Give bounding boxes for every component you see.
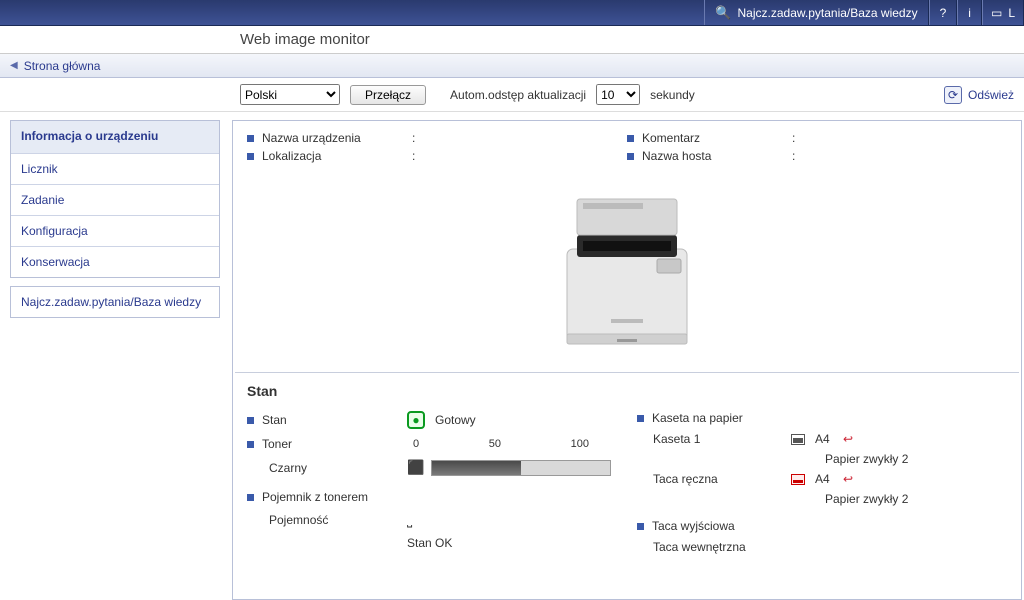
- sidebar: Informacja o urządzeniu Licznik Zadanie …: [10, 120, 220, 326]
- bullet-icon: [637, 415, 644, 422]
- waste-bin-icon: ⎵: [407, 512, 423, 528]
- sidebar-item-counter[interactable]: Licznik: [11, 153, 219, 184]
- seconds-label: sekundy: [650, 88, 695, 102]
- bullet-icon: [247, 494, 254, 501]
- sidebar-item-kb[interactable]: Najcz.zadaw.pytania/Baza wiedzy: [11, 287, 219, 317]
- paper-type: Papier zwykły 2: [637, 492, 908, 506]
- sidebar-item-config[interactable]: Konfiguracja: [11, 215, 219, 246]
- sidebar-group-main: Informacja o urządzeniu Licznik Zadanie …: [10, 120, 220, 278]
- orientation-icon: ↩: [843, 472, 853, 486]
- login-label: L: [1008, 6, 1015, 20]
- output-tray-label: Taca wyjściowa: [652, 519, 735, 533]
- bullet-icon: [247, 441, 254, 448]
- refresh-icon: ⟳: [944, 86, 962, 104]
- help-icon: ?: [940, 6, 947, 20]
- waste-sub-label: Pojemność: [247, 513, 407, 527]
- chevron-left-icon: ◀: [10, 60, 18, 71]
- top-bar: 🔍 Najcz.zadaw.pytania/Baza wiedzy ? i ▭ …: [0, 0, 1024, 26]
- login-link[interactable]: ▭ L: [982, 0, 1024, 25]
- toner-fill: [432, 461, 521, 475]
- tray-row: Kaseta 1 A4 ↩: [637, 429, 1007, 449]
- tray-low-icon: [791, 474, 805, 485]
- toner-scale-max: 100: [571, 438, 589, 450]
- help-link[interactable]: ?: [929, 0, 958, 25]
- refresh-link[interactable]: ⟳ Odśwież: [944, 86, 1014, 104]
- toner-scale-min: 0: [413, 438, 419, 450]
- bullet-icon: [627, 153, 634, 160]
- status-block: Stan Stan ● Gotowy Toner: [233, 373, 1021, 571]
- bullet-icon: [247, 135, 254, 142]
- toner-color-label: Czarny: [247, 461, 407, 475]
- breadcrumb-label: Strona główna: [24, 59, 101, 73]
- hostname-label: Nazwa hosta: [642, 149, 792, 163]
- sidebar-item-maintenance[interactable]: Konserwacja: [11, 246, 219, 277]
- output-tray-name: Taca wewnętrzna: [637, 540, 787, 554]
- printer-image: [233, 175, 1021, 372]
- status-heading: Stan: [247, 383, 1007, 399]
- state-label: Stan: [262, 413, 287, 427]
- sidebar-item-job[interactable]: Zadanie: [11, 184, 219, 215]
- location-label: Lokalizacja: [262, 149, 412, 163]
- toner-bar: [431, 460, 611, 476]
- controls-row: Polski Przełącz Autom.odstęp aktualizacj…: [0, 78, 1024, 112]
- sidebar-item-device-info[interactable]: Informacja o urządzeniu: [11, 121, 219, 153]
- paper-type: Papier zwykły 2: [637, 452, 908, 466]
- toner-scale-mid: 50: [489, 438, 501, 450]
- tray-row: Taca ręczna A4 ↩: [637, 469, 1007, 489]
- kb-link[interactable]: 🔍 Najcz.zadaw.pytania/Baza wiedzy: [704, 0, 928, 25]
- state-value: Gotowy: [435, 413, 476, 427]
- auto-refresh-label: Autom.odstęp aktualizacji: [450, 88, 586, 102]
- kb-link-label: Najcz.zadaw.pytania/Baza wiedzy: [738, 6, 918, 20]
- orientation-icon: ↩: [843, 432, 853, 446]
- refresh-label: Odśwież: [968, 88, 1014, 102]
- bullet-icon: [247, 417, 254, 424]
- printer-icon: [547, 189, 707, 359]
- device-name-label: Nazwa urządzenia: [262, 131, 412, 145]
- tray-full-icon: [791, 434, 805, 445]
- search-doc-icon: 🔍: [715, 5, 731, 21]
- app-title: Web image monitor: [240, 31, 370, 48]
- info-icon: i: [968, 6, 971, 20]
- paper-size: A4: [815, 472, 837, 486]
- ready-icon: ●: [407, 411, 425, 429]
- paper-size: A4: [815, 432, 837, 446]
- waste-status: Stan OK: [407, 536, 452, 550]
- paper-tray-label: Kaseta na papier: [652, 411, 743, 425]
- bullet-icon: [627, 135, 634, 142]
- device-info-block: Nazwa urządzenia : Lokalizacja : Komenta…: [233, 121, 1021, 175]
- bullet-icon: [247, 153, 254, 160]
- waste-label: Pojemnik z tonerem: [262, 490, 368, 504]
- screen-icon: ▭: [991, 6, 1002, 20]
- toner-label: Toner: [262, 437, 292, 451]
- toner-cartridge-icon: ⬛: [407, 459, 423, 476]
- tray-name: Kaseta 1: [637, 432, 787, 446]
- content-panel: Nazwa urządzenia : Lokalizacja : Komenta…: [232, 120, 1022, 600]
- interval-select[interactable]: 10: [596, 84, 640, 105]
- switch-button[interactable]: Przełącz: [350, 85, 426, 105]
- tray-name: Taca ręczna: [637, 472, 787, 486]
- sidebar-group-kb: Najcz.zadaw.pytania/Baza wiedzy: [10, 286, 220, 318]
- language-select[interactable]: Polski: [240, 84, 340, 105]
- breadcrumb[interactable]: ◀ Strona główna: [0, 54, 1024, 78]
- comment-label: Komentarz: [642, 131, 792, 145]
- bullet-icon: [637, 523, 644, 530]
- info-link[interactable]: i: [957, 0, 982, 25]
- app-title-row: Web image monitor: [0, 26, 1024, 54]
